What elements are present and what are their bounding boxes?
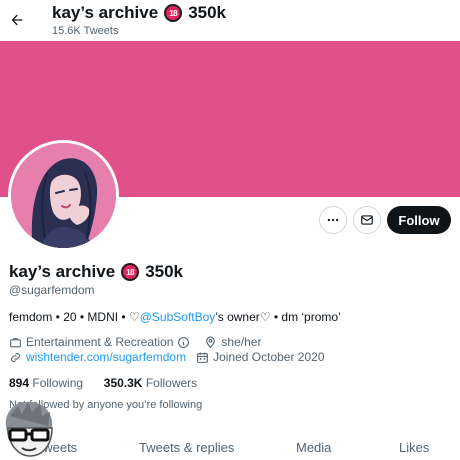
header-title-suffix: 350k xyxy=(188,3,227,22)
display-name-suffix: 350k xyxy=(145,262,184,281)
following-link[interactable]: 894 Following xyxy=(9,376,83,390)
message-button[interactable] xyxy=(353,206,381,234)
more-horizontal-icon xyxy=(327,218,339,222)
profile-meta-row: wishtender.com/sugarfemdom Joined Octobe… xyxy=(9,350,325,364)
profile-meta-row: Entertainment & Recreation she/her xyxy=(9,335,261,349)
more-button[interactable] xyxy=(319,206,347,234)
avatar-illustration xyxy=(11,143,116,248)
following-label: Following xyxy=(32,376,84,390)
bio-mention-link[interactable]: @SubSoftBoy xyxy=(140,310,216,324)
calendar-icon xyxy=(196,351,209,364)
envelope-icon xyxy=(361,215,373,225)
back-button[interactable] xyxy=(6,6,28,34)
website-link[interactable]: wishtender.com/sugarfemdom xyxy=(26,350,186,364)
bio-prefix: femdom • 20 • MDNI • ♡ xyxy=(9,310,140,324)
display-name-text: kay’s archive xyxy=(9,262,116,281)
link-icon xyxy=(9,351,22,364)
follow-stats: 894 Following 350.3K Followers xyxy=(9,376,197,390)
briefcase-icon xyxy=(9,336,22,349)
eighteen-plus-icon: 18 xyxy=(164,4,183,22)
eighteen-plus-icon: 18 xyxy=(121,263,140,281)
followers-count: 350.3K xyxy=(103,376,143,390)
following-count: 894 xyxy=(9,376,30,390)
profile-tabs: Tweets Tweets & replies Media Likes xyxy=(0,430,460,460)
bio-suffix: ’s owner♡ • dm ‘promo’ xyxy=(215,310,341,324)
cartoon-face-sticker xyxy=(5,401,53,457)
header-title-text: kay’s archive xyxy=(52,3,159,22)
followers-link[interactable]: 350.3K Followers xyxy=(104,376,197,390)
profile-location: she/her xyxy=(221,335,262,349)
tab-tweets-and-replies[interactable]: Tweets & replies xyxy=(139,440,234,455)
location-pin-icon xyxy=(204,336,217,349)
avatar[interactable] xyxy=(8,140,119,251)
followers-label: Followers xyxy=(145,376,198,390)
tab-likes[interactable]: Likes xyxy=(399,440,429,455)
tab-media[interactable]: Media xyxy=(296,440,331,455)
profile-category: Entertainment & Recreation xyxy=(26,335,174,349)
display-name: kay’s archive 18 350k xyxy=(9,262,183,282)
info-icon[interactable] xyxy=(177,336,190,349)
follow-button[interactable]: Follow xyxy=(387,206,451,234)
header-title: kay’s archive 18 350k xyxy=(52,3,226,23)
arrow-left-icon xyxy=(11,14,23,26)
bio: femdom • 20 • MDNI • ♡@SubSoftBoy’s owne… xyxy=(9,310,341,324)
tweet-count: 15.6K Tweets xyxy=(52,25,119,37)
join-date: Joined October 2020 xyxy=(213,350,325,364)
top-bar: kay’s archive 18 350k 15.6K Tweets xyxy=(0,0,460,41)
user-handle: @sugarfemdom xyxy=(9,283,95,297)
